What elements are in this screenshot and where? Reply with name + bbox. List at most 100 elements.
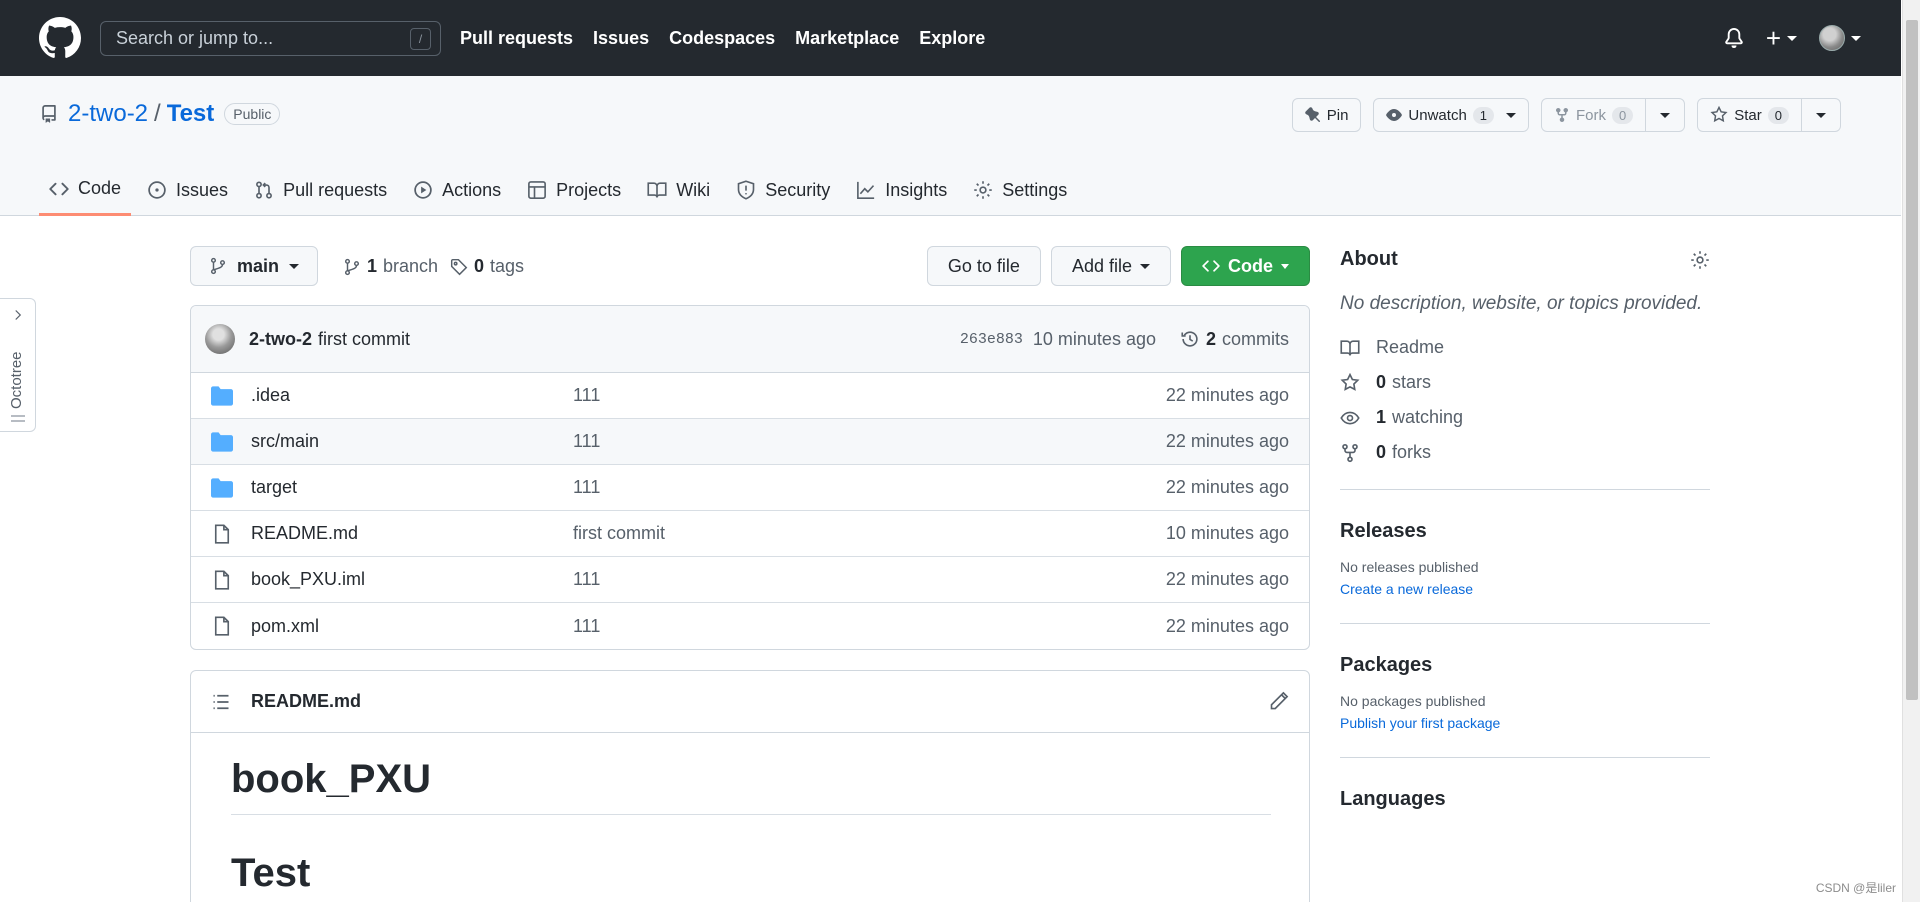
nav-codespaces[interactable]: Codespaces [669, 28, 775, 49]
chevron-down-icon [1851, 35, 1861, 41]
table-row[interactable]: target 111 22 minutes ago [191, 465, 1309, 511]
gear-icon [974, 181, 993, 199]
pencil-icon[interactable] [1269, 691, 1289, 711]
file-icon [214, 616, 230, 636]
table-row[interactable]: README.md first commit 10 minutes ago [191, 511, 1309, 557]
nav-issues[interactable]: Issues [593, 28, 649, 49]
branches-link[interactable]: 1 branch [343, 256, 438, 277]
list-icon[interactable] [211, 692, 231, 712]
tab-actions[interactable]: Actions [403, 164, 511, 216]
plus-icon: + [1765, 23, 1781, 53]
repo-title: 2-two-2 / Test Public [40, 100, 281, 128]
chevron-down-icon [1281, 263, 1289, 269]
tab-label: Projects [556, 179, 622, 200]
graph-icon [857, 181, 875, 199]
table-row[interactable]: book_PXU.iml 111 22 minutes ago [191, 557, 1309, 603]
packages-heading[interactable]: Packages [1340, 654, 1710, 677]
file-commit-message[interactable]: 111 [573, 616, 600, 637]
repo-icon [42, 105, 56, 123]
file-name-link[interactable]: book_PXU.iml [251, 569, 365, 590]
branch-select-button[interactable]: main [190, 246, 319, 286]
star-button[interactable]: Star 0 [1697, 98, 1841, 132]
tab-label: Settings [1002, 179, 1068, 200]
forks-link[interactable]: 0 forks [1340, 442, 1710, 463]
file-commit-message[interactable]: first commit [573, 523, 665, 544]
branch-count: 1 [367, 256, 378, 276]
file-commit-message[interactable]: 111 [573, 385, 600, 406]
gear-icon[interactable] [1690, 250, 1710, 270]
repo-actions: Pin Unwatch 1 Fork 0 Star 0 [1291, 98, 1841, 132]
fork-icon [1342, 443, 1358, 462]
tab-settings[interactable]: Settings [963, 164, 1077, 216]
tab-projects[interactable]: Projects [517, 164, 631, 216]
add-file-button[interactable]: Add file [1050, 246, 1171, 286]
stars-link[interactable]: 0 stars [1340, 372, 1710, 393]
commit-author-link[interactable]: 2-two-2 [249, 329, 312, 350]
avatar[interactable] [205, 324, 235, 354]
tab-code[interactable]: Code [39, 164, 132, 216]
unwatch-button[interactable]: Unwatch 1 [1373, 98, 1530, 132]
tab-pull-requests[interactable]: Pull requests [244, 164, 397, 216]
tab-insights[interactable]: Insights [846, 164, 957, 216]
readme-panel: README.md book_PXU Test [190, 670, 1310, 902]
branch-bar: main 1 branch 0 tags Go to file Add file… [190, 246, 1310, 286]
releases-heading[interactable]: Releases [1340, 520, 1710, 543]
tab-wiki[interactable]: Wiki [637, 164, 720, 216]
shield-icon [737, 180, 755, 200]
file-age: 10 minutes ago [1165, 523, 1289, 543]
tags-link[interactable]: 0 tags [450, 256, 524, 277]
fork-button[interactable]: Fork 0 [1541, 98, 1686, 132]
pin-label: Pin [1326, 106, 1349, 124]
repo-name-link[interactable]: Test [167, 100, 215, 128]
tab-label: Actions [442, 179, 502, 200]
scrollbar-thumb[interactable] [1906, 20, 1918, 700]
commit-sha-link[interactable]: 263e883 [960, 331, 1023, 348]
file-commit-message[interactable]: 111 [573, 477, 600, 498]
nav-marketplace[interactable]: Marketplace [795, 28, 899, 49]
publish-package-link[interactable]: Publish your first package [1340, 715, 1710, 731]
commit-message-link[interactable]: first commit [318, 329, 410, 350]
nav-explore[interactable]: Explore [919, 28, 985, 49]
go-to-file-button[interactable]: Go to file [926, 246, 1041, 286]
file-name-link[interactable]: pom.xml [251, 616, 319, 637]
code-button[interactable]: Code [1181, 246, 1310, 286]
pin-button[interactable]: Pin [1291, 98, 1362, 132]
octotree-toggle[interactable]: Octotree [0, 298, 36, 432]
tab-security[interactable]: Security [726, 164, 840, 216]
create-release-link[interactable]: Create a new release [1340, 581, 1710, 597]
tag-word: tags [490, 256, 525, 276]
nav-pull-requests[interactable]: Pull requests [460, 28, 573, 49]
readme-link[interactable]: Readme [1340, 337, 1710, 358]
drag-handle-icon[interactable] [11, 414, 25, 424]
table-row[interactable]: src/main 111 22 minutes ago [191, 419, 1309, 465]
chevron-down-icon [1506, 112, 1517, 118]
branch-icon [210, 257, 226, 275]
file-name-link[interactable]: src/main [251, 431, 319, 452]
search-input[interactable]: Search or jump to... / [100, 21, 441, 56]
create-new-button[interactable]: + [1765, 23, 1797, 53]
star-dropdown[interactable] [1801, 99, 1840, 131]
tab-issues[interactable]: Issues [137, 164, 238, 216]
file-name-link[interactable]: .idea [251, 385, 290, 406]
file-commit-message[interactable]: 111 [573, 569, 600, 590]
fork-dropdown[interactable] [1645, 99, 1684, 131]
bell-icon[interactable] [1724, 28, 1744, 48]
star-label: Star [1734, 106, 1762, 124]
issue-icon [148, 181, 166, 199]
page-scrollbar[interactable] [1902, 0, 1920, 902]
table-row[interactable]: pom.xml 111 22 minutes ago [191, 603, 1309, 649]
commit-count: 2 [1205, 328, 1216, 349]
watching-link[interactable]: 1 watching [1340, 407, 1710, 428]
github-logo-icon[interactable] [39, 17, 81, 59]
readme-label: Readme [1376, 337, 1445, 357]
star-icon [1340, 372, 1360, 391]
file-name-link[interactable]: target [251, 477, 297, 498]
commits-link[interactable]: 2 commits [1180, 329, 1289, 350]
table-row[interactable]: .idea 111 22 minutes ago [191, 373, 1309, 419]
repo-owner-link[interactable]: 2-two-2 [68, 100, 148, 128]
user-menu-button[interactable] [1819, 25, 1861, 51]
file-name-link[interactable]: README.md [251, 523, 358, 544]
readme-filename-link[interactable]: README.md [251, 691, 361, 712]
file-commit-message[interactable]: 111 [573, 431, 600, 452]
search-placeholder: Search or jump to... [116, 28, 274, 48]
